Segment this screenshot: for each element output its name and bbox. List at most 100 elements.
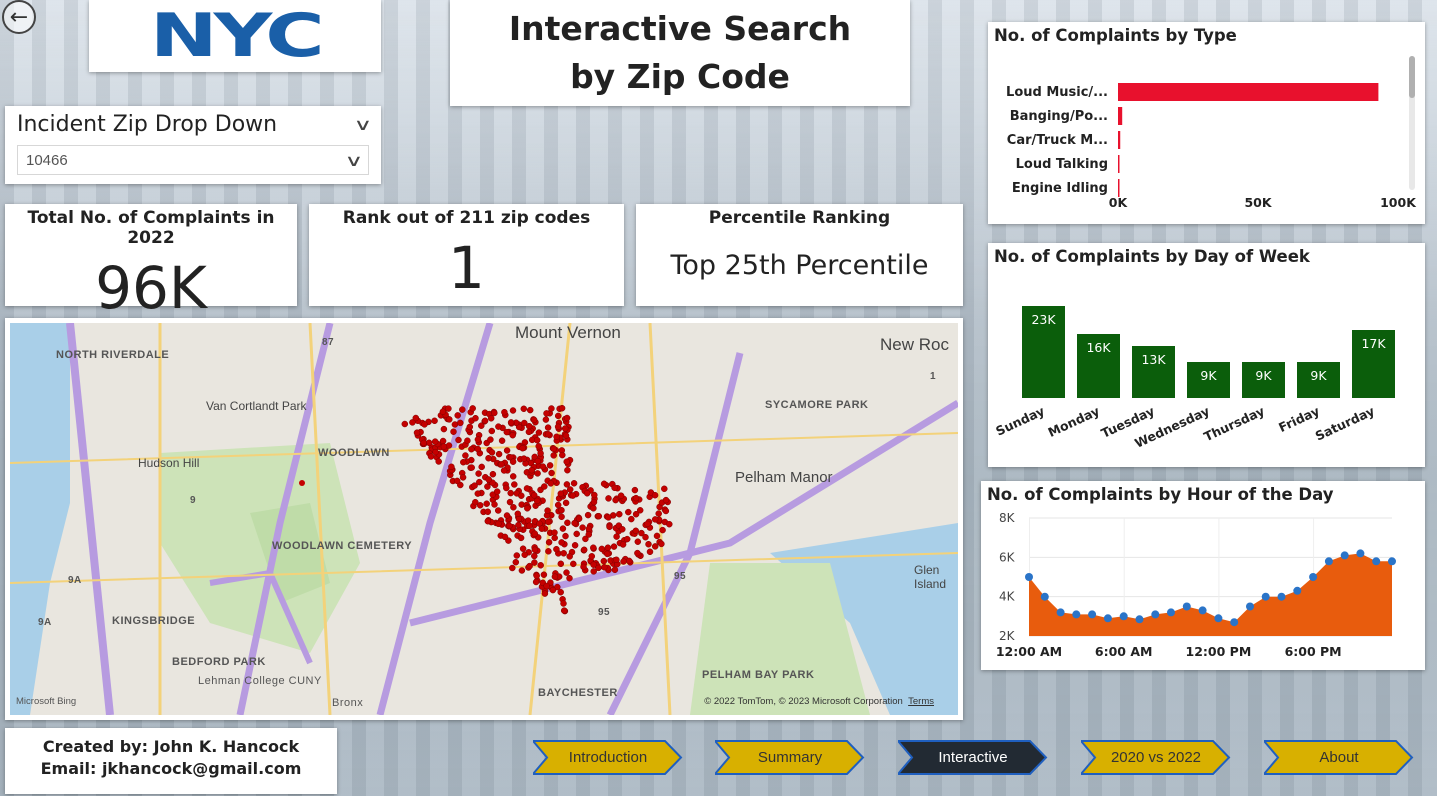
complaint-dot [495,520,502,528]
hour-x-tick: 12:00 PM [1186,644,1252,659]
zip-dropdown[interactable]: 10466 ∨ [17,145,369,175]
complaint-dot [501,408,508,416]
nav-2020-vs-2022-button[interactable]: 2020 vs 2022 [1081,739,1231,776]
complaint-dot [564,466,571,474]
complaint-dot [468,445,475,453]
complaint-dot [431,438,439,445]
complaint-dot [491,409,498,417]
complaint-dot [466,423,474,431]
complaint-dot [632,510,640,518]
zip-filter: Incident Zip Drop Down ∨ 10466 ∨ [5,106,381,184]
complaint-dot [613,556,620,564]
complaint-dot [569,492,577,499]
complaint-dot [501,533,509,541]
complaint-dot [590,505,597,512]
hour-point [1182,602,1191,611]
title-line1: Interactive Search [508,9,852,48]
complaint-dot [606,523,613,531]
complaint-dot [632,527,640,535]
complaint-dot [524,505,531,512]
complaint-dot [570,480,578,487]
complaint-dot [549,586,557,594]
complaint-dot [558,506,565,514]
complaint-dot [464,437,471,444]
complaint-dot [537,562,544,569]
complaint-dot [484,517,492,525]
complaint-dot [506,522,513,530]
hour-point [1198,606,1207,615]
complaint-dot [613,533,620,540]
complaint-dot [619,526,626,533]
map-canvas[interactable]: Mount Vernon New Roc Pelham Manor Van Co… [10,323,958,715]
map-place-label: Pelham Manor [735,469,833,486]
back-arrow-icon[interactable]: ← [2,0,36,34]
chevron-down-icon[interactable]: ∨ [354,115,373,134]
complaint-dot [625,508,632,516]
map-attribution-text: © 2022 TomTom, © 2023 Microsoft Corporat… [704,696,903,707]
complaint-dot [509,407,517,414]
complaint-dot [541,483,548,490]
complaint-dot [488,449,496,456]
complaint-dot [540,571,548,578]
chart-scrollbar[interactable] [1409,56,1415,190]
complaint-dot [564,519,571,527]
zip-selected-value: 10466 [26,151,68,169]
complaint-dot [559,451,566,459]
complaint-dot [558,404,566,412]
map-area-label: BEDFORD PARK [172,656,266,668]
complaint-dot [659,526,666,534]
complaint-dot [474,445,482,453]
zip-filter-header[interactable]: Incident Zip Drop Down ∨ [17,112,373,137]
highway-shield-label: 9 [190,495,197,506]
complaint-dot [563,481,571,488]
complaint-dot [493,488,501,495]
complaint-dot [485,454,492,462]
complaint-dot [544,518,552,526]
complaint-dot [515,521,522,529]
nav-about-button[interactable]: About [1264,739,1414,776]
hour-area [1029,553,1392,636]
map-terms-link[interactable]: Terms [908,696,934,707]
complaint-dot [604,544,612,551]
kpi-percentile: Percentile Ranking Top 25th Percentile [636,204,963,306]
chart-by-day: No. of Complaints by Day of Week 23K Sund… [988,243,1425,467]
complaint-dot [591,491,598,499]
kpi-value: 96K [95,254,207,322]
complaint-dot [401,420,409,428]
hour-y-tick: 8K [999,511,1016,525]
complaint-dot [454,412,461,419]
logo-text: NYC [149,1,325,71]
complaint-dot [632,494,640,502]
complaint-dot [459,406,466,413]
highway-shield-label: 1 [930,371,937,382]
kpi-total-complaints: Total No. of Complaints in 2022 96K [5,204,297,322]
nav-label: 2020 vs 2022 [1110,749,1202,766]
complaint-dot [478,422,485,429]
complaint-dot [435,458,442,465]
type-axis-tick: 50K [1244,195,1272,210]
complaint-dot [548,405,555,412]
hour-point [1372,557,1381,566]
complaint-dot [553,545,560,553]
complaint-dot [432,448,439,456]
complaint-dot [579,524,586,531]
complaint-dot [469,405,476,412]
chevron-down-icon[interactable]: ∨ [345,151,364,170]
nav-summary-button[interactable]: Summary [715,739,865,776]
complaint-dot [412,414,420,422]
scrollbar-thumb[interactable] [1409,56,1415,98]
nav-introduction-button[interactable]: Introduction [533,739,683,776]
chart-title: No. of Complaints by Type [994,26,1237,45]
complaint-dot [563,414,571,422]
map-place-label: Mount Vernon [515,323,621,342]
complaint-dot [605,495,612,502]
complaint-dot [534,470,541,477]
complaint-dot [651,543,659,550]
complaint-dot [631,486,639,494]
hour-point [1388,557,1396,566]
complaint-dot [476,478,483,486]
complaint-dot [498,437,506,444]
nyc-logo: NYC [89,0,381,72]
hour-point [1293,586,1302,595]
nav-interactive-button[interactable]: Interactive [898,739,1048,776]
